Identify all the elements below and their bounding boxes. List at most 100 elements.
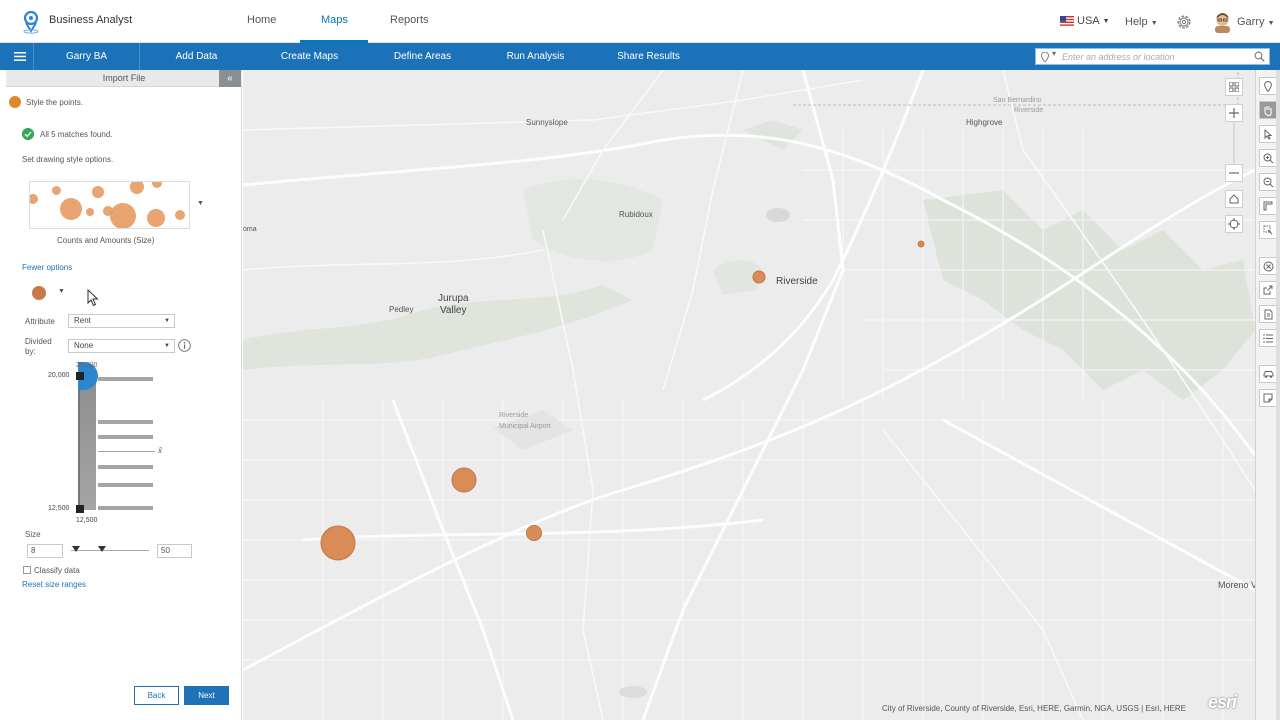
us-flag-icon (1060, 16, 1074, 26)
hamburger-menu-icon[interactable] (6, 43, 34, 70)
collapse-panel-button[interactable]: « (219, 70, 241, 87)
clear-tool-button[interactable] (1259, 257, 1277, 275)
measure-tool-button[interactable] (1259, 197, 1277, 215)
pan-tool-button[interactable] (1259, 101, 1277, 119)
chevron-down-icon: ▼ (1150, 20, 1158, 27)
zoom-out-icon (1263, 177, 1273, 187)
zoom-slider[interactable] (1233, 122, 1235, 170)
chevron-down-icon[interactable]: ▾ (1052, 49, 1056, 58)
select-area-icon (1263, 225, 1273, 235)
slider-min-marker[interactable] (76, 505, 84, 513)
chevron-down-icon[interactable]: ▼ (197, 200, 204, 207)
basemap-gallery-button[interactable] (1225, 78, 1243, 96)
histogram-bar (98, 420, 153, 424)
export-tool-button[interactable] (1259, 281, 1277, 299)
size-max-input[interactable]: 50 (157, 544, 192, 558)
country-selector[interactable]: USA ▼ (1060, 15, 1110, 27)
divided-by-value: None (74, 341, 94, 350)
minus-icon (1229, 172, 1239, 174)
divided-by-select[interactable]: None ▼ (68, 339, 175, 353)
mean-line (98, 451, 155, 452)
fewer-options-link[interactable]: Fewer options (22, 263, 72, 272)
slider-max-marker[interactable] (76, 372, 84, 380)
style-preview-swatch[interactable] (29, 181, 190, 229)
map-view[interactable]: Sunnyslope Highgrove San Bernardino Rive… (243, 70, 1255, 720)
help-label: Help (1125, 16, 1148, 28)
legend-tool-button[interactable] (1259, 329, 1277, 347)
histogram-bar (98, 483, 153, 487)
mean-symbol: x̄ (158, 446, 162, 455)
plus-icon (1229, 108, 1239, 118)
mouse-pointer-icon (87, 289, 99, 307)
tab-maps[interactable]: Maps (321, 14, 348, 26)
style-options-label: Set drawing style options. (22, 155, 114, 164)
search-icon[interactable] (1254, 51, 1265, 62)
divided-label-by: by: (25, 347, 36, 356)
size-min-handle[interactable] (72, 546, 80, 552)
attribute-select[interactable]: Rent ▼ (68, 314, 175, 328)
histogram-bar (98, 465, 153, 469)
home-icon (1229, 194, 1239, 204)
import-file-panel: Import File « Style the points. All 5 ma… (6, 70, 242, 720)
note-tool-button[interactable] (1259, 389, 1277, 407)
rail-scrollbar[interactable] (1276, 70, 1280, 720)
toolbar-project[interactable]: Garry BA (34, 43, 140, 70)
zoom-in-icon (1263, 153, 1273, 163)
location-pin-icon[interactable] (1041, 52, 1049, 62)
slider-max-value-small: 20,000 (76, 362, 98, 369)
size-range-slider-track[interactable] (78, 370, 96, 510)
classify-data-checkbox[interactable] (23, 566, 31, 574)
report-tool-button[interactable] (1259, 305, 1277, 323)
divided-label: Divided (25, 337, 52, 346)
chevron-down-icon[interactable]: ▼ (58, 288, 65, 295)
help-menu[interactable]: Help ▼ (1125, 16, 1158, 28)
home-extent-button[interactable] (1225, 190, 1243, 208)
draw-area-tool-button[interactable] (1259, 221, 1277, 239)
toolbar-create-maps[interactable]: Create Maps (253, 43, 366, 70)
toolbar-run-analysis[interactable]: Run Analysis (479, 43, 592, 70)
user-menu[interactable]: Garry ▼ (1237, 16, 1275, 28)
zoom-out-button[interactable] (1225, 164, 1243, 182)
reset-size-ranges-link[interactable]: Reset size ranges (22, 580, 86, 589)
symbol-color-swatch[interactable] (32, 286, 46, 300)
classify-data-label: Classify data (34, 566, 80, 575)
size-min-input[interactable]: 8 (27, 544, 63, 558)
data-point (917, 240, 925, 248)
select-tool-button[interactable] (1259, 125, 1277, 143)
tab-home[interactable]: Home (247, 14, 276, 26)
note-icon (1263, 393, 1273, 403)
back-button[interactable]: Back (134, 686, 179, 705)
list-icon (1263, 333, 1273, 343)
locate-button[interactable] (1225, 215, 1243, 233)
zoom-in-button[interactable] (1225, 104, 1243, 122)
data-point (451, 467, 477, 493)
toolbar-share-results[interactable]: Share Results (592, 43, 705, 70)
point-layer (320, 240, 925, 561)
info-icon[interactable] (178, 339, 191, 352)
ruler-icon (1263, 201, 1273, 211)
step-indicator-icon (9, 96, 21, 108)
avatar[interactable] (1213, 11, 1232, 33)
location-search-input[interactable]: ▾ Enter an address or location (1035, 48, 1270, 65)
business-analyst-logo-icon[interactable] (22, 10, 40, 34)
style-name: Counts and Amounts (Size) (57, 236, 155, 245)
country-label: USA (1077, 15, 1100, 27)
gear-icon[interactable] (1175, 13, 1193, 31)
toolbar-add-data[interactable]: Add Data (140, 43, 253, 70)
pin-icon (1264, 80, 1272, 92)
size-slider-track[interactable] (71, 550, 149, 551)
esri-logo: esri (1208, 692, 1237, 712)
drive-time-tool-button[interactable] (1259, 365, 1277, 383)
panel-title: Import File (6, 70, 242, 87)
check-circle-icon (22, 128, 34, 140)
next-button[interactable]: Next (184, 686, 229, 705)
export-icon (1263, 285, 1273, 295)
user-name: Garry (1237, 16, 1265, 28)
zoom-in-tool-button[interactable] (1259, 149, 1277, 167)
data-point (752, 270, 766, 284)
zoom-out-tool-button[interactable] (1259, 173, 1277, 191)
pin-tool-button[interactable] (1259, 77, 1277, 95)
tab-reports[interactable]: Reports (390, 14, 429, 26)
size-max-handle[interactable] (98, 546, 106, 552)
toolbar-define-areas[interactable]: Define Areas (366, 43, 479, 70)
